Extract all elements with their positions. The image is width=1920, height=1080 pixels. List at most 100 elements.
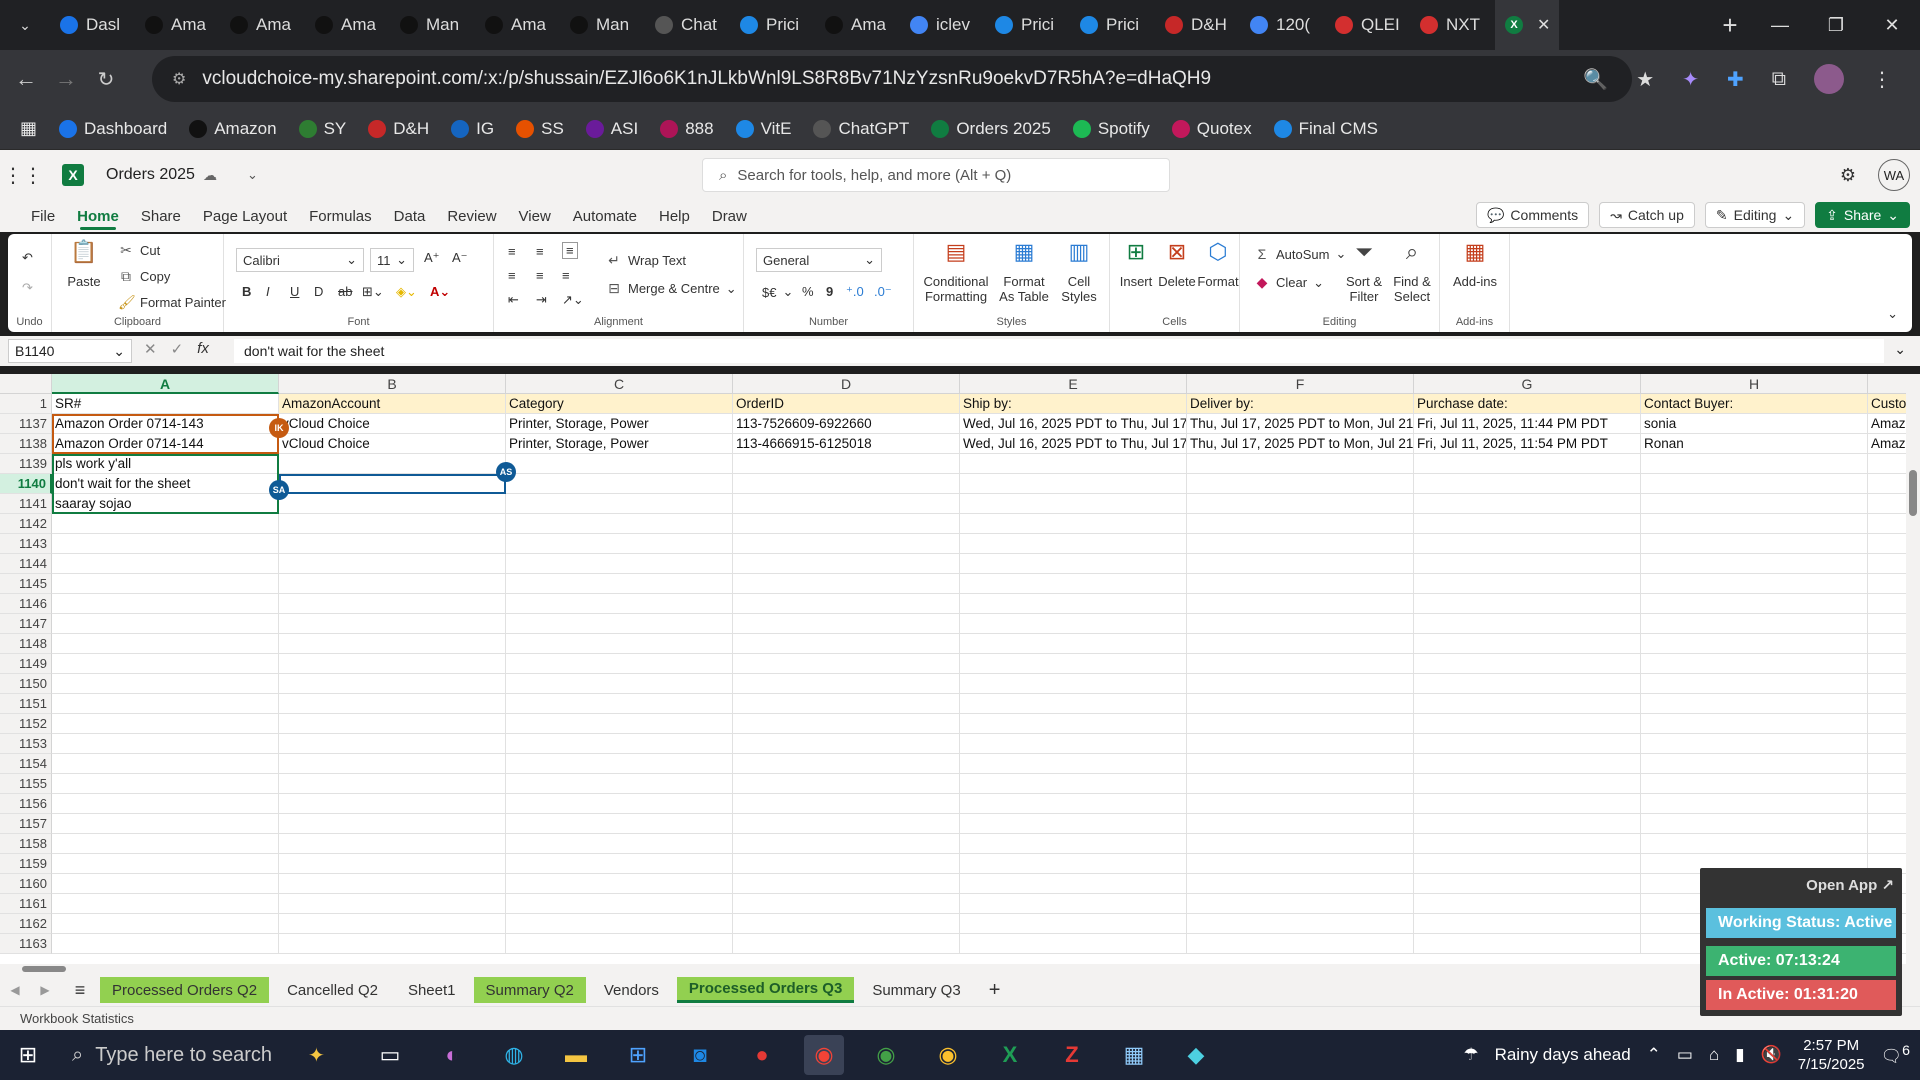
row-header[interactable]: 1143 xyxy=(0,534,52,554)
table-cell[interactable]: 113-4666915-6125018 xyxy=(733,434,960,454)
align-top-icon[interactable]: ≡ xyxy=(508,244,516,259)
add-ins-button[interactable]: ▦ Add-ins xyxy=(1448,241,1502,290)
table-cell[interactable] xyxy=(1641,574,1868,594)
browser-tab[interactable]: Prici xyxy=(730,0,815,50)
table-cell[interactable] xyxy=(960,914,1187,934)
browser-tab[interactable]: Ama xyxy=(815,0,900,50)
sheet-tab[interactable]: Processed Orders Q3 xyxy=(676,977,855,1003)
sheet-tab[interactable]: Summary Q3 xyxy=(860,977,972,1003)
forward-arrow-icon[interactable]: → xyxy=(46,66,86,92)
table-cell[interactable] xyxy=(960,594,1187,614)
increase-indent-icon[interactable]: ⇥ xyxy=(536,292,547,308)
table-cell[interactable] xyxy=(506,874,733,894)
column-title-cell[interactable]: Contact Buyer: xyxy=(1641,394,1868,414)
table-cell[interactable] xyxy=(279,854,506,874)
table-cell[interactable]: Wed, Jul 16, 2025 PDT to Thu, Jul 17, 2 xyxy=(960,414,1187,434)
browser-tab[interactable]: Ama xyxy=(135,0,220,50)
table-cell[interactable] xyxy=(506,714,733,734)
table-cell[interactable] xyxy=(1187,734,1414,754)
bookmark-item[interactable]: Final CMS xyxy=(1273,119,1378,139)
table-cell[interactable]: vCloud Choice xyxy=(279,414,506,434)
tab-search-chevron-icon[interactable]: ⌄ xyxy=(0,0,50,50)
extension-icon[interactable]: ✦ xyxy=(1682,67,1699,92)
row-header[interactable]: 1158 xyxy=(0,834,52,854)
row-header[interactable]: 1147 xyxy=(0,614,52,634)
clear-button[interactable]: ◆ Clear ⌄ xyxy=(1254,274,1324,291)
expand-formula-icon[interactable]: ⌄ xyxy=(1894,341,1906,358)
browser-tab[interactable]: Ama xyxy=(220,0,305,50)
table-cell[interactable] xyxy=(1187,574,1414,594)
bookmark-item[interactable]: Orders 2025 xyxy=(931,119,1051,139)
table-cell[interactable] xyxy=(733,774,960,794)
table-cell[interactable] xyxy=(1187,554,1414,574)
tab-draw[interactable]: Draw xyxy=(701,200,758,232)
table-cell[interactable]: vCloud Choice xyxy=(279,434,506,454)
table-cell[interactable] xyxy=(279,614,506,634)
browser-tab-active[interactable]: X ✕ xyxy=(1495,0,1559,50)
browser-menu-icon[interactable]: ⋮ xyxy=(1872,67,1892,92)
row-header[interactable]: 1145 xyxy=(0,574,52,594)
table-cell[interactable] xyxy=(1641,474,1868,494)
sheet-tab[interactable]: Sheet1 xyxy=(396,977,468,1003)
table-cell[interactable] xyxy=(1187,714,1414,734)
share-button[interactable]: ⇪ Share ⌄ xyxy=(1815,202,1910,228)
open-app-button[interactable]: Open App ↗ xyxy=(1806,876,1894,894)
table-cell[interactable] xyxy=(733,734,960,754)
table-cell[interactable] xyxy=(1187,454,1414,474)
table-cell[interactable] xyxy=(1641,714,1868,734)
increase-font-icon[interactable]: A⁺ xyxy=(424,250,440,266)
bold-icon[interactable]: B xyxy=(242,284,251,299)
table-cell[interactable] xyxy=(1187,494,1414,514)
underline-icon[interactable]: U xyxy=(290,284,299,299)
insert-cells-button[interactable]: ⊞ Insert xyxy=(1118,241,1154,290)
row-header[interactable]: 1137 xyxy=(0,414,52,434)
table-cell[interactable] xyxy=(960,854,1187,874)
copy-button[interactable]: ⧉ Copy xyxy=(118,268,170,285)
settings-gear-icon[interactable]: ⚙ xyxy=(1840,165,1856,186)
table-cell[interactable] xyxy=(506,814,733,834)
table-cell[interactable] xyxy=(506,494,733,514)
double-underline-icon[interactable]: D xyxy=(314,284,323,299)
column-title-cell[interactable]: SR# xyxy=(52,394,279,414)
editing-mode-button[interactable]: ✎ Editing ⌄ xyxy=(1704,202,1806,228)
table-cell[interactable] xyxy=(279,794,506,814)
table-cell[interactable] xyxy=(52,594,279,614)
row-header[interactable]: 1152 xyxy=(0,714,52,734)
orientation-icon[interactable]: ↗⌄ xyxy=(562,292,584,308)
merge-centre-button[interactable]: ⊟ Merge & Centre ⌄ xyxy=(606,280,737,297)
table-cell[interactable] xyxy=(733,754,960,774)
table-cell[interactable] xyxy=(1414,854,1641,874)
table-cell[interactable] xyxy=(1641,674,1868,694)
sheet-tab[interactable]: Cancelled Q2 xyxy=(275,977,390,1003)
table-cell[interactable] xyxy=(733,874,960,894)
site-info-icon[interactable]: ⚙ xyxy=(172,69,186,89)
table-cell[interactable] xyxy=(52,514,279,534)
table-cell[interactable] xyxy=(960,494,1187,514)
table-cell[interactable] xyxy=(1641,774,1868,794)
table-cell[interactable] xyxy=(1641,554,1868,574)
bookmark-item[interactable]: SY xyxy=(298,119,346,139)
table-cell[interactable] xyxy=(279,454,506,474)
table-cell[interactable] xyxy=(279,914,506,934)
table-cell[interactable] xyxy=(960,794,1187,814)
table-cell[interactable] xyxy=(1641,534,1868,554)
windows-start-icon[interactable]: ⊞ xyxy=(0,1042,56,1068)
format-painter-button[interactable]: 🖌 Format Painter xyxy=(118,294,226,311)
file-explorer-icon[interactable]: ▬ xyxy=(556,1035,596,1075)
table-cell[interactable] xyxy=(960,754,1187,774)
align-middle-icon[interactable]: ≡ xyxy=(536,244,544,259)
weather-icon[interactable]: ☂ xyxy=(1463,1045,1478,1065)
sort-filter-button[interactable]: ⏷ Sort & Filter xyxy=(1342,241,1386,305)
table-cell[interactable] xyxy=(52,694,279,714)
sheet-tab[interactable]: Processed Orders Q2 xyxy=(100,977,270,1003)
table-cell[interactable] xyxy=(279,874,506,894)
table-cell[interactable] xyxy=(52,894,279,914)
decrease-indent-icon[interactable]: ⇤ xyxy=(508,292,519,308)
bookmark-item[interactable]: VitE xyxy=(735,119,791,139)
table-cell[interactable]: pls work y'all xyxy=(52,454,279,474)
table-cell[interactable]: Wed, Jul 16, 2025 PDT to Thu, Jul 17, 2 xyxy=(960,434,1187,454)
copilot-icon[interactable]: ◐ xyxy=(432,1035,472,1075)
table-cell[interactable] xyxy=(1641,454,1868,474)
table-cell[interactable] xyxy=(279,654,506,674)
clock[interactable]: 2:57 PM 7/15/2025 xyxy=(1798,1036,1865,1074)
